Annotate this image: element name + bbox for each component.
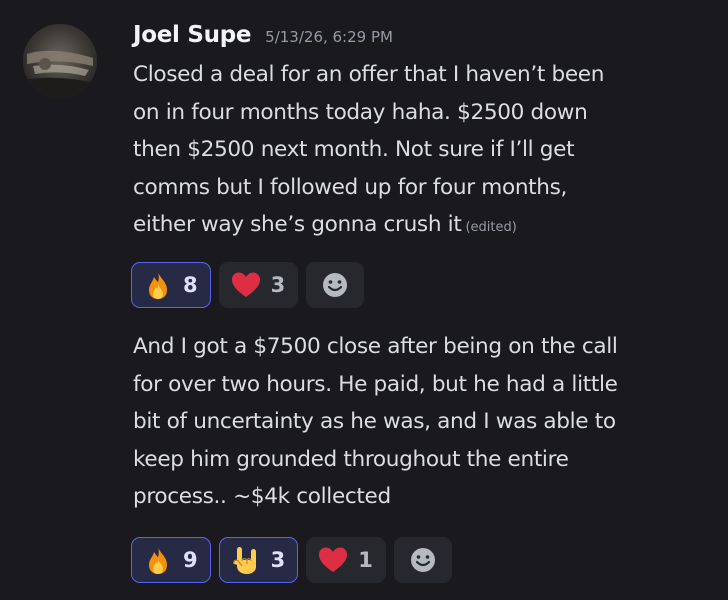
reactions-bar: 9 3 1 bbox=[131, 537, 452, 583]
avatar-image bbox=[23, 24, 97, 98]
add-reaction-button[interactable] bbox=[306, 262, 365, 308]
reaction-count: 8 bbox=[183, 273, 198, 297]
edited-label: (edited) bbox=[465, 220, 517, 235]
message-content: Closed a deal for an offer that I haven’… bbox=[133, 56, 713, 247]
message-line: comms but I followed up for four months, bbox=[133, 174, 568, 200]
message-line: And I got a $7500 close after being on t… bbox=[133, 334, 618, 359]
reaction-fire[interactable]: 8 bbox=[131, 262, 211, 308]
message-line: bit of uncertainty as he was, and I was … bbox=[133, 409, 616, 434]
fire-emoji-icon bbox=[142, 269, 174, 301]
message-line: on in four months today haha. $2500 down bbox=[133, 99, 588, 125]
smiley-add-icon bbox=[319, 269, 351, 301]
reaction-heart[interactable]: 1 bbox=[306, 537, 386, 583]
message-line-last: either way she’s gonna crush it (edited) bbox=[133, 206, 713, 247]
fire-emoji-icon bbox=[142, 544, 174, 576]
reaction-fire[interactable]: 9 bbox=[131, 537, 211, 583]
message-content: And I got a $7500 close after being on t… bbox=[133, 328, 713, 516]
message-line: keep him grounded throughout the entire bbox=[133, 446, 569, 472]
message-line: Closed a deal for an offer that I haven’… bbox=[133, 62, 605, 87]
reactions-bar: 8 3 bbox=[131, 262, 365, 308]
reaction-count: 1 bbox=[358, 548, 373, 572]
heart-emoji-icon bbox=[230, 269, 262, 301]
timestamp: 5/13/26, 6:29 PM bbox=[265, 28, 393, 46]
message-line: then $2500 next month. Not sure if I’ll … bbox=[133, 137, 575, 162]
heart-emoji-icon bbox=[317, 544, 349, 576]
reaction-heart[interactable]: 3 bbox=[218, 262, 299, 308]
username[interactable]: Joel Supe bbox=[133, 22, 251, 48]
message-header: Joel Supe 5/13/26, 6:29 PM bbox=[133, 22, 393, 48]
message-line: for over two hours. He paid, but he had … bbox=[133, 371, 618, 397]
reaction-count: 3 bbox=[270, 548, 286, 572]
add-reaction-button[interactable] bbox=[393, 537, 452, 583]
reaction-count: 9 bbox=[183, 548, 198, 572]
avatar[interactable] bbox=[23, 24, 97, 98]
reaction-sign-of-the-horns[interactable]: 3 bbox=[218, 537, 299, 583]
message-group: Joel Supe 5/13/26, 6:29 PM Closed a deal… bbox=[0, 0, 728, 600]
reaction-count: 3 bbox=[270, 273, 286, 297]
smiley-add-icon bbox=[407, 544, 439, 576]
message-line: process.. ~$4k collected bbox=[133, 484, 391, 509]
sign-of-the-horns-emoji-icon bbox=[230, 544, 262, 576]
message-line-text: either way she’s gonna crush it bbox=[133, 212, 462, 237]
